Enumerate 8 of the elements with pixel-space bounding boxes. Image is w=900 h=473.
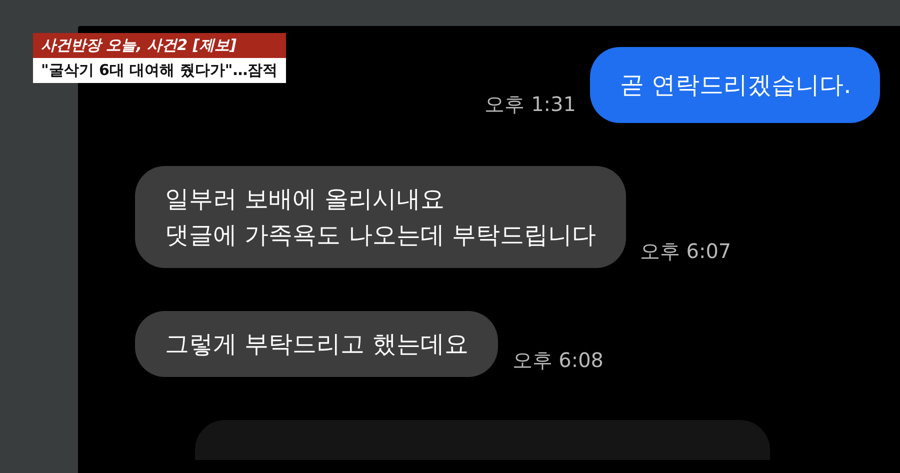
message-time: 오후 6:08	[512, 347, 604, 374]
news-headline: "굴삭기 6대 대여해 줬다가"…잠적	[33, 58, 286, 83]
news-category: 사건반장 오늘, 사건2 [제보]	[33, 33, 286, 58]
message-bubble: 곧 연락드리겠습니다.	[590, 47, 880, 123]
message-bubble: 그렇게 부탁드리고 했는데요	[135, 311, 498, 377]
message-time: 오후 1:31	[484, 91, 576, 118]
message-bubble: 일부러 보배에 올리시내요 댓글에 가족욕도 나오는데 부탁드립니다	[135, 166, 626, 268]
message-time: 오후 6:07	[640, 238, 732, 265]
